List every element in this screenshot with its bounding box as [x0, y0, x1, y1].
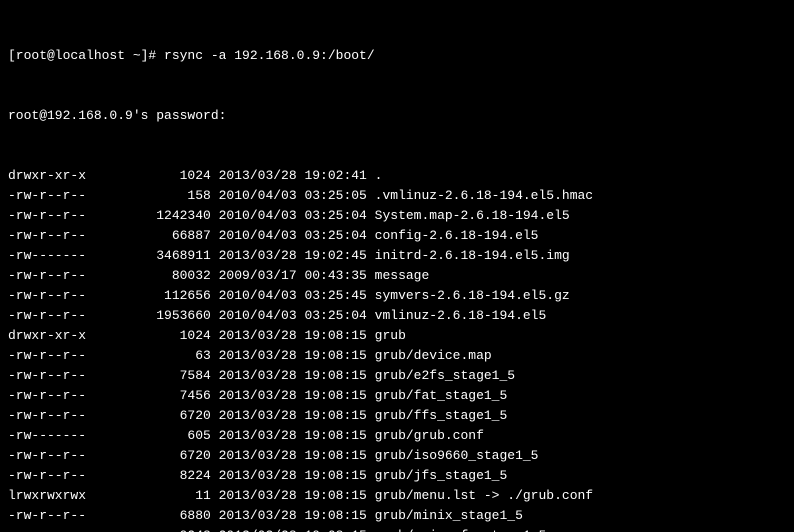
terminal[interactable]: [root@localhost ~]# rsync -a 192.168.0.9… [0, 0, 794, 532]
listing-row: -rw-r--r-- 7584 2013/03/28 19:08:15 grub… [8, 366, 786, 386]
listing-row: -rw-r--r-- 158 2010/04/03 03:25:05 .vmli… [8, 186, 786, 206]
listing-row: -rw-r--r-- 63 2013/03/28 19:08:15 grub/d… [8, 346, 786, 366]
listing-row: -rw-r--r-- 80032 2009/03/17 00:43:35 mes… [8, 266, 786, 286]
listing-row: -rw------- 3468911 2013/03/28 19:02:45 i… [8, 246, 786, 266]
command-line: [root@localhost ~]# rsync -a 192.168.0.9… [8, 46, 786, 66]
listing-row: -rw-r--r-- 66887 2010/04/03 03:25:04 con… [8, 226, 786, 246]
listing-row: -rw-r--r-- 112656 2010/04/03 03:25:45 sy… [8, 286, 786, 306]
listing-row: -rw------- 605 2013/03/28 19:08:15 grub/… [8, 426, 786, 446]
listing-row: -rw-r--r-- 9248 2013/03/28 19:08:15 grub… [8, 526, 786, 532]
listing-row: -rw-r--r-- 1953660 2010/04/03 03:25:04 v… [8, 306, 786, 326]
listing-row: drwxr-xr-x 1024 2013/03/28 19:08:15 grub [8, 326, 786, 346]
file-listing: drwxr-xr-x 1024 2013/03/28 19:02:41 .-rw… [8, 166, 786, 532]
listing-row: drwxr-xr-x 1024 2013/03/28 19:02:41 . [8, 166, 786, 186]
listing-row: -rw-r--r-- 6880 2013/03/28 19:08:15 grub… [8, 506, 786, 526]
listing-row: -rw-r--r-- 1242340 2010/04/03 03:25:04 S… [8, 206, 786, 226]
listing-row: lrwxrwxrwx 11 2013/03/28 19:08:15 grub/m… [8, 486, 786, 506]
listing-row: -rw-r--r-- 7456 2013/03/28 19:08:15 grub… [8, 386, 786, 406]
listing-row: -rw-r--r-- 6720 2013/03/28 19:08:15 grub… [8, 406, 786, 426]
listing-row: -rw-r--r-- 8224 2013/03/28 19:08:15 grub… [8, 466, 786, 486]
password-prompt: root@192.168.0.9's password: [8, 106, 786, 126]
listing-row: -rw-r--r-- 6720 2013/03/28 19:08:15 grub… [8, 446, 786, 466]
